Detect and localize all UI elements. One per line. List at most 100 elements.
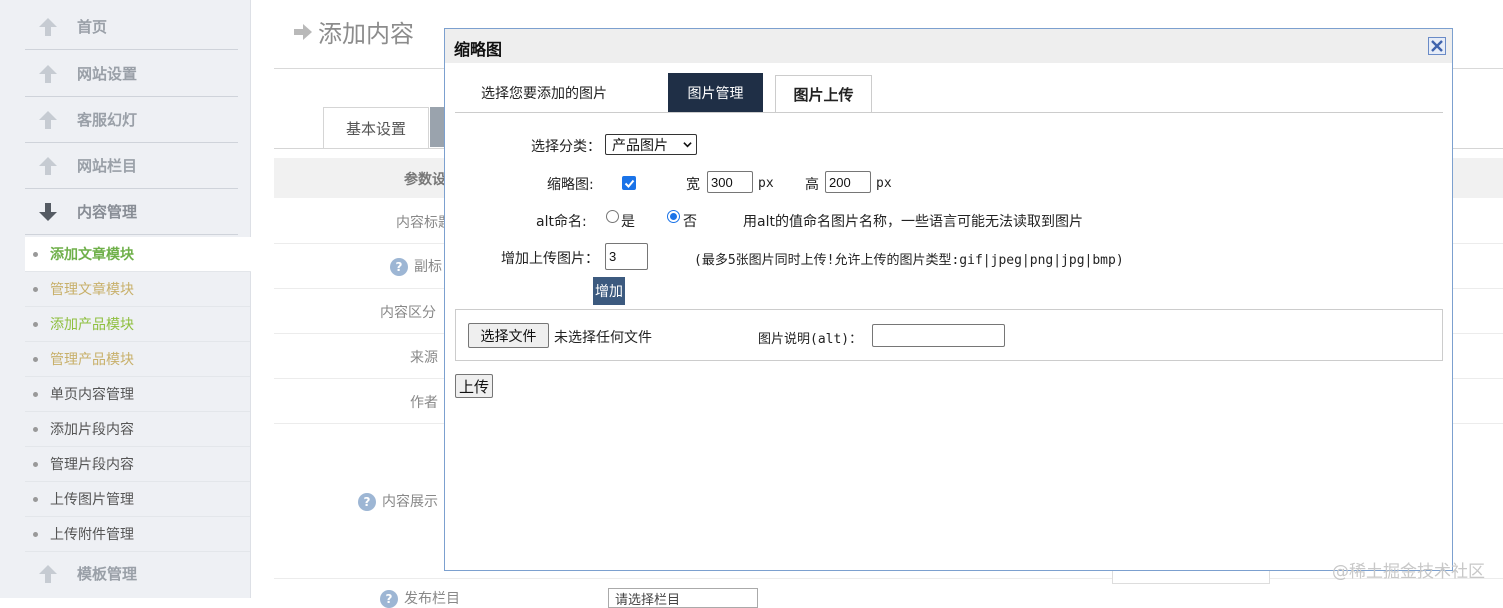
sidebar-item-single-page[interactable]: 单页内容管理: [25, 377, 250, 412]
tab-basic-settings[interactable]: 基本设置: [323, 107, 429, 148]
dialog-header: 缩略图: [445, 29, 1452, 63]
close-button[interactable]: [1428, 37, 1446, 55]
page-title: 添加内容: [292, 14, 414, 49]
add-button[interactable]: 增加: [593, 277, 625, 305]
height-label: 高: [805, 177, 819, 193]
nav-section-label: 网站设置: [77, 65, 138, 83]
chevron-down-icon: [683, 142, 692, 148]
tab-image-upload[interactable]: 图片上传: [775, 75, 872, 113]
nav-section-home[interactable]: 首页: [25, 4, 238, 50]
row-label-content: ? 内容展示: [358, 491, 438, 511]
upload-count-hint: (最多5张图片同时上传!允许上传的图片类型:gif|jpeg|png|jpg|b…: [694, 253, 1124, 268]
row-label-publish-column: ? 发布栏目: [380, 588, 460, 608]
help-icon[interactable]: ?: [380, 590, 398, 608]
arrow-up-icon: [39, 564, 57, 583]
nav-section-site-columns[interactable]: 网站栏目: [25, 143, 238, 189]
sidebar-item-label: 上传图片管理: [50, 492, 134, 508]
bullet-icon: [33, 286, 38, 292]
choose-file-button[interactable]: 选择文件: [468, 323, 549, 348]
row-label-text: 内容展示: [382, 494, 438, 510]
upload-count-label: 增加上传图片：: [501, 251, 599, 267]
arrow-up-icon: [39, 156, 57, 175]
sidebar-item-label: 上传附件管理: [50, 527, 134, 543]
bullet-icon: [33, 531, 38, 537]
sidebar-item-label: 添加产品模块: [50, 317, 134, 333]
tabs-caption: 选择您要添加的图片: [481, 86, 607, 102]
arrow-down-icon: [39, 202, 57, 221]
row-label-category: 内容区分: [380, 305, 436, 321]
sidebar-item-image-upload[interactable]: 上传图片管理: [25, 482, 250, 517]
sidebar-item-add-product[interactable]: 添加产品模块: [25, 307, 250, 342]
sidebar-item-manage-product[interactable]: 管理产品模块: [25, 342, 250, 377]
row-label-source: 来源: [410, 350, 438, 366]
no-file-text: 未选择任何文件: [554, 330, 652, 346]
row-divider: [274, 578, 1503, 579]
sidebar-item-label: 添加片段内容: [50, 422, 134, 438]
width-unit: px: [758, 176, 774, 191]
category-select[interactable]: 产品图片: [605, 134, 697, 155]
sidebar-item-label: 管理文章模块: [50, 282, 134, 298]
sidebar-item-manage-fragment[interactable]: 管理片段内容: [25, 447, 250, 482]
form-header-label: 参数设: [404, 172, 446, 188]
upload-button[interactable]: 上传: [455, 374, 493, 398]
tabs-divider: [455, 112, 1443, 113]
watermark: @稀土掘金技术社区: [1332, 562, 1485, 582]
bullet-icon: [33, 251, 38, 257]
alt-no-radio[interactable]: [667, 210, 680, 223]
nav-section-service-slides[interactable]: 客服幻灯: [25, 97, 238, 143]
alt-description-label: 图片说明(alt)：: [758, 332, 863, 347]
alt-no-label: 否: [683, 214, 697, 230]
sidebar-item-label: 单页内容管理: [50, 387, 134, 403]
arrow-up-icon: [39, 110, 57, 129]
tab-image-management[interactable]: 图片管理: [668, 73, 763, 112]
width-label: 宽: [686, 177, 700, 193]
nav-section-label: 客服幻灯: [77, 111, 138, 129]
sidebar-item-label: 添加文章模块: [50, 247, 134, 263]
thumbnail-label: 缩略图:: [547, 177, 594, 193]
page-title-text: 添加内容: [318, 20, 414, 48]
arrow-up-icon: [39, 64, 57, 83]
nav-section-site-settings[interactable]: 网站设置: [25, 51, 238, 97]
row-label-text: 副标: [414, 259, 442, 275]
height-unit: px: [876, 176, 892, 191]
nav-section-label: 网站栏目: [77, 157, 138, 175]
help-icon[interactable]: ?: [390, 258, 408, 276]
row-label-text: 发布栏目: [404, 591, 460, 607]
sidebar-item-manage-article[interactable]: 管理文章模块: [25, 272, 250, 307]
upload-count-input[interactable]: 3: [605, 243, 648, 270]
column-select[interactable]: 请选择栏目: [608, 588, 758, 608]
category-select-value: 产品图片: [612, 137, 668, 154]
nav-section-label: 首页: [77, 18, 108, 36]
row-label-subtitle: ? 副标: [390, 256, 442, 276]
sidebar-item-attachment-upload[interactable]: 上传附件管理: [25, 517, 250, 552]
height-input[interactable]: 200: [825, 171, 871, 193]
alt-description-input[interactable]: [872, 324, 1005, 347]
bullet-icon: [33, 321, 38, 327]
arrow-up-icon: [39, 17, 57, 36]
sidebar-item-add-fragment[interactable]: 添加片段内容: [25, 412, 250, 447]
bullet-icon: [33, 496, 38, 502]
alt-yes-label: 是: [621, 214, 635, 230]
bullet-icon: [33, 356, 38, 362]
nav-section-content[interactable]: 内容管理: [25, 189, 238, 235]
file-row: 选择文件 未选择任何文件 图片说明(alt)：: [455, 309, 1443, 361]
arrow-right-icon: [294, 23, 312, 40]
row-label-author: 作者: [410, 395, 438, 411]
alt-yes-radio[interactable]: [606, 210, 619, 223]
alt-label: alt命名:: [536, 214, 587, 230]
thumbnail-checkbox[interactable]: [622, 176, 636, 190]
thumbnail-dialog: 缩略图 选择您要添加的图片 图片管理 图片上传 选择分类： 产品图片 缩略图: …: [444, 28, 1453, 571]
bullet-icon: [33, 426, 38, 432]
sidebar-item-label: 管理产品模块: [50, 352, 134, 368]
help-icon[interactable]: ?: [358, 493, 376, 511]
nav-section-templates[interactable]: 模板管理: [25, 551, 238, 596]
sidebar-item-add-article[interactable]: 添加文章模块: [25, 237, 251, 272]
sidebar: 首页 网站设置 客服幻灯 网站栏目 内容管理 添加文章模块 管理文章模块 添加产…: [0, 0, 251, 598]
nav-section-label: 内容管理: [77, 203, 138, 221]
checkmark-icon: [624, 179, 634, 188]
width-input[interactable]: 300: [707, 171, 753, 193]
nav-section-label: 模板管理: [77, 565, 138, 583]
category-label: 选择分类：: [531, 139, 601, 155]
alt-hint: 用alt的值命名图片名称，一些语言可能无法读取到图片: [743, 214, 1083, 230]
dialog-title: 缩略图: [454, 40, 503, 59]
